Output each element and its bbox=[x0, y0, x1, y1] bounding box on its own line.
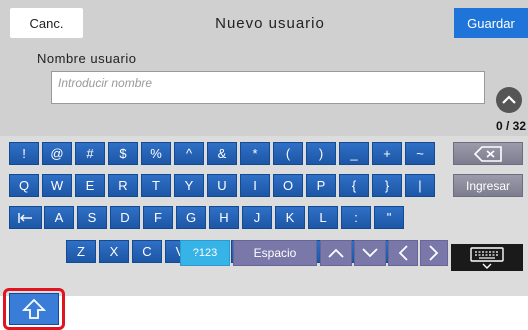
backspace-key[interactable] bbox=[453, 142, 523, 165]
letter-key[interactable]: C bbox=[132, 240, 162, 263]
backspace-icon bbox=[473, 145, 502, 162]
symbol-key[interactable]: & bbox=[207, 142, 237, 165]
letter-key[interactable]: S bbox=[77, 206, 107, 229]
shift-key[interactable] bbox=[9, 293, 59, 325]
arrow-up-icon bbox=[328, 248, 344, 258]
letter-key[interactable]: | bbox=[405, 174, 435, 197]
tab-icon bbox=[17, 212, 32, 223]
letter-key[interactable]: U bbox=[207, 174, 237, 197]
space-key[interactable]: Espacio bbox=[233, 240, 317, 266]
symbols-key[interactable]: ?123 bbox=[180, 240, 230, 266]
letter-key[interactable]: { bbox=[339, 174, 369, 197]
header-bar: Canc. Nuevo usuario Guardar bbox=[0, 0, 528, 47]
symbol-key[interactable]: $ bbox=[108, 142, 138, 165]
letter-key[interactable]: Z bbox=[66, 240, 96, 263]
letter-key[interactable]: G bbox=[176, 206, 206, 229]
letter-key[interactable]: X bbox=[99, 240, 129, 263]
letter-key[interactable]: R bbox=[108, 174, 138, 197]
arrow-up-key[interactable] bbox=[320, 240, 352, 266]
page-title: Nuevo usuario bbox=[215, 14, 325, 32]
symbol-key[interactable]: @ bbox=[42, 142, 72, 165]
arrow-left-icon bbox=[398, 245, 408, 261]
letter-key[interactable]: E bbox=[75, 174, 105, 197]
symbol-key[interactable]: ) bbox=[306, 142, 336, 165]
onscreen-keyboard: ! @ # $% ^ & *() _ + ~ Q W E R T Y U I O P{} | Ingresar ASD… bbox=[0, 136, 528, 330]
enter-key[interactable]: Ingresar bbox=[453, 174, 523, 197]
chevron-up-icon bbox=[502, 95, 516, 104]
cancel-button[interactable]: Canc. bbox=[10, 8, 83, 38]
shift-icon bbox=[22, 298, 46, 319]
letter-key[interactable]: Y bbox=[174, 174, 204, 197]
letter-key[interactable]: J bbox=[242, 206, 272, 229]
letter-key[interactable]: H bbox=[209, 206, 239, 229]
letter-key[interactable]: I bbox=[240, 174, 270, 197]
username-label: Nombre usuario bbox=[37, 51, 137, 66]
arrow-down-key[interactable] bbox=[354, 240, 386, 266]
letter-key[interactable]: D bbox=[110, 206, 140, 229]
char-counter: 0 / 32 bbox=[495, 119, 526, 133]
letter-key[interactable]: Q bbox=[9, 174, 39, 197]
tab-key[interactable] bbox=[9, 206, 42, 229]
symbol-key[interactable]: ~ bbox=[405, 142, 435, 165]
symbol-key[interactable]: % bbox=[141, 142, 171, 165]
letter-key[interactable]: } bbox=[372, 174, 402, 197]
letter-key[interactable]: L bbox=[308, 206, 338, 229]
symbol-key[interactable]: ! bbox=[9, 142, 39, 165]
keyboard-icon bbox=[470, 246, 504, 269]
symbol-key[interactable]: * bbox=[240, 142, 270, 165]
scroll-up-button[interactable] bbox=[496, 87, 522, 113]
arrow-right-icon bbox=[429, 245, 439, 261]
letter-key[interactable]: A bbox=[44, 206, 74, 229]
letter-key[interactable]: F bbox=[143, 206, 173, 229]
letter-key[interactable]: T bbox=[141, 174, 171, 197]
symbol-key[interactable]: ( bbox=[273, 142, 303, 165]
arrow-right-key[interactable] bbox=[420, 240, 448, 266]
letter-key[interactable]: " bbox=[374, 206, 404, 229]
symbol-key[interactable]: # bbox=[75, 142, 105, 165]
symbol-key[interactable]: ^ bbox=[174, 142, 204, 165]
symbol-key[interactable]: _ bbox=[339, 142, 369, 165]
letter-key[interactable]: O bbox=[273, 174, 303, 197]
letter-key[interactable]: : bbox=[341, 206, 371, 229]
arrow-down-icon bbox=[362, 248, 378, 258]
username-input[interactable]: Introducir nombre bbox=[51, 71, 485, 104]
keyboard-toggle-button[interactable] bbox=[451, 244, 523, 271]
letter-key[interactable]: K bbox=[275, 206, 305, 229]
save-button[interactable]: Guardar bbox=[454, 8, 528, 38]
letter-key[interactable]: W bbox=[42, 174, 72, 197]
arrow-left-key[interactable] bbox=[388, 240, 418, 266]
letter-key[interactable]: P bbox=[306, 174, 336, 197]
symbol-key[interactable]: + bbox=[372, 142, 402, 165]
form-area: Nombre usuario Introducir nombre 0 / 32 bbox=[0, 47, 528, 136]
